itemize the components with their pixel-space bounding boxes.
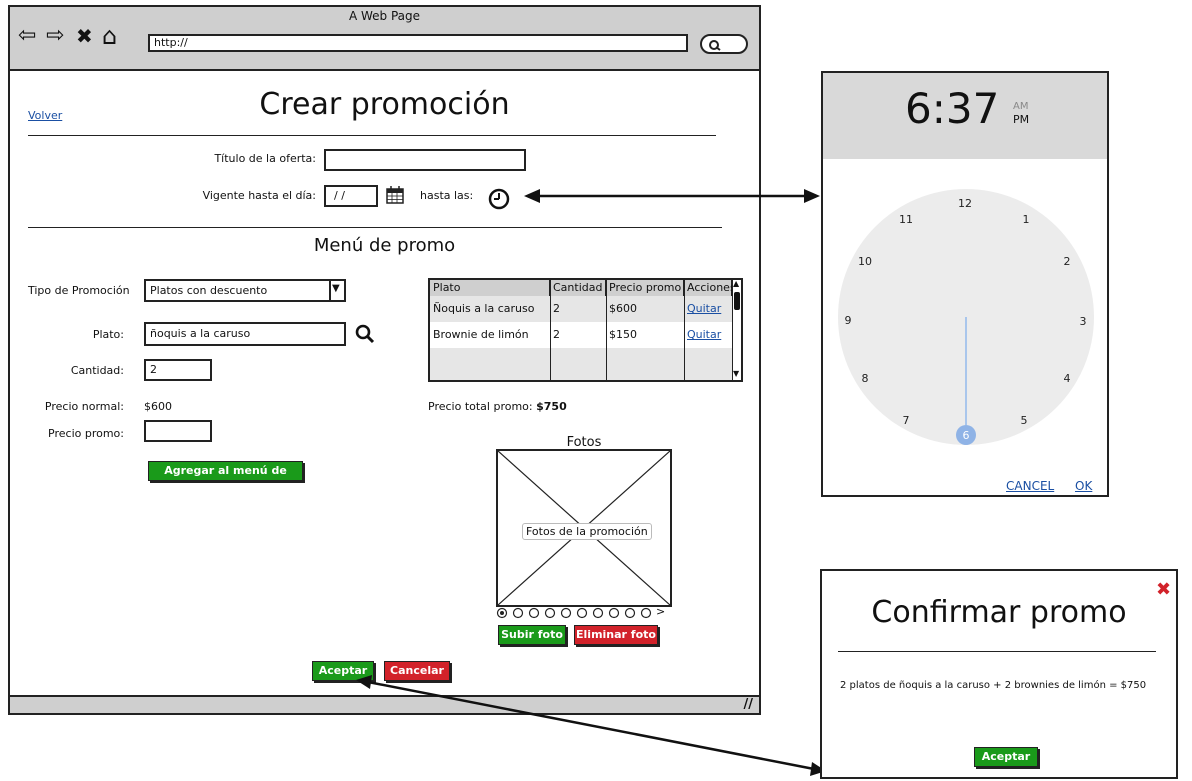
arrow-head-left [524,189,540,203]
clock-number[interactable]: 10 [855,255,875,268]
clock-number[interactable]: 11 [896,213,916,226]
clock-number[interactable]: 5 [1014,414,1034,427]
arrow-head-accept [356,675,372,689]
time-display: 6:37 [905,84,1000,133]
clock-number[interactable]: 7 [896,414,916,427]
confirm-accept-button[interactable]: Aceptar [974,747,1038,767]
confirm-title: Confirmar promo [871,595,1127,630]
clock-ok-button[interactable]: OK [1075,479,1092,493]
am-toggle[interactable]: AM [1013,101,1028,112]
time-picker-header: 6:37 AM PM [823,73,1107,159]
pm-toggle[interactable]: PM [1013,113,1029,126]
confirm-arrow-line [367,680,815,771]
time-picker-panel: 6:37 AM PM 12 1 2 3 4 5 6 7 8 9 10 11 CA… [821,71,1109,497]
confirm-message: 2 platos de ñoquis a la caruso + 2 brown… [840,680,1147,691]
clock-number[interactable]: 6 [956,429,976,442]
clock-number[interactable]: 1 [1016,213,1036,226]
confirm-divider [838,651,1156,652]
clock-dial[interactable]: 12 1 2 3 4 5 6 7 8 9 10 11 [838,189,1094,445]
clock-number[interactable]: 12 [955,197,975,210]
confirm-dialog: ✖ Confirmar promo 2 platos de ñoquis a l… [820,569,1178,779]
clock-number[interactable]: 9 [838,314,858,327]
arrow-head-right [804,189,820,203]
clock-number[interactable]: 3 [1073,315,1093,328]
clock-number[interactable]: 2 [1057,255,1077,268]
clock-number[interactable]: 4 [1057,372,1077,385]
clock-number[interactable]: 8 [855,372,875,385]
clock-hand [965,317,967,425]
clock-cancel-button[interactable]: CANCEL [1006,479,1054,493]
